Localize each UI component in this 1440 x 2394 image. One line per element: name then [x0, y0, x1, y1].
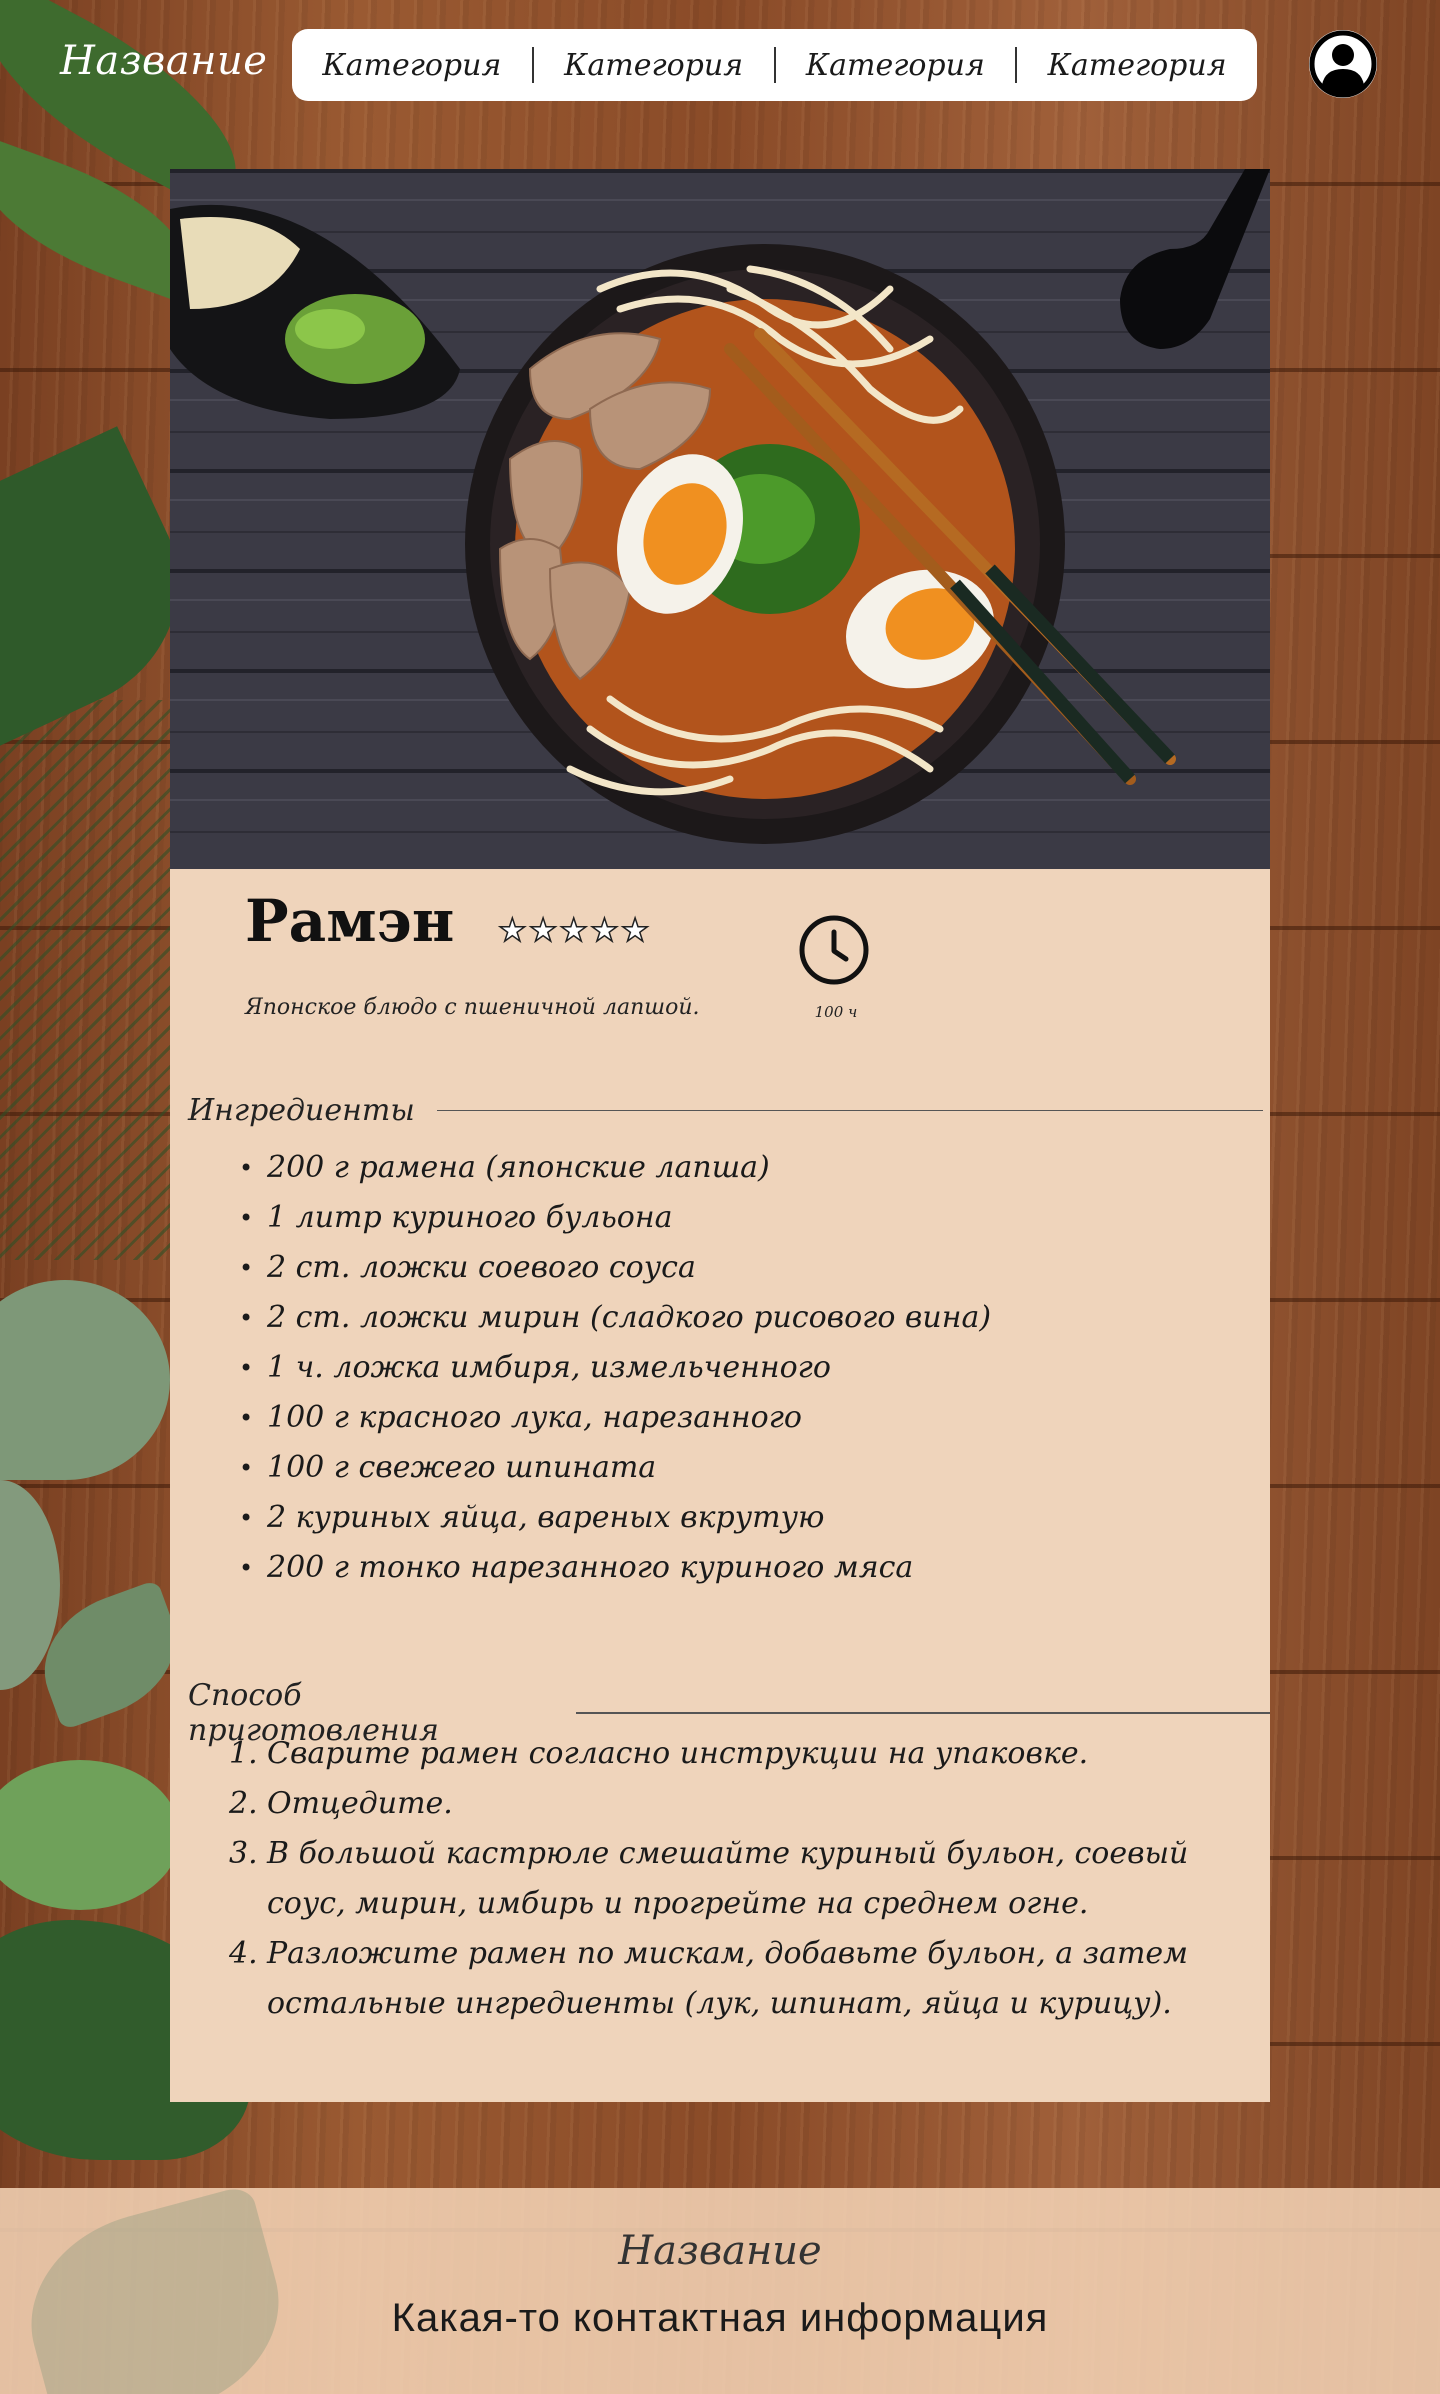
list-item: Разложите рамен по мискам, добавьте буль…	[229, 1929, 1189, 2021]
clock-icon	[799, 915, 869, 985]
leaf-decoration	[0, 1280, 170, 1480]
site-brand[interactable]: Название	[60, 38, 267, 84]
leaf-decoration	[8, 2188, 302, 2394]
footer-brand: Название	[618, 2228, 822, 2274]
ramen-photo	[170, 169, 1270, 869]
recipe-card: Рамэн ★ ★ ★ ★ ★ 100 ч Японское блюдо с п…	[170, 169, 1270, 2102]
list-item: 2 куриных яйца, вареных вкрутую	[239, 1493, 991, 1543]
list-item: В большой кастрюле смешайте куриный буль…	[229, 1829, 1189, 1921]
ingredients-heading: Ингредиенты	[188, 1093, 1263, 1128]
footer-contact: Какая-то контактная информация	[391, 2296, 1049, 2340]
ingredients-heading-label: Ингредиенты	[188, 1093, 415, 1128]
nav-item-category-3[interactable]: Категория	[776, 48, 1016, 83]
star-outline-icon[interactable]: ★	[589, 913, 619, 947]
cooking-time: 100 ч	[814, 1003, 858, 1021]
nav-item-category-4[interactable]: Категория	[1017, 48, 1257, 83]
main-nav: Категория Категория Категория Категория	[292, 29, 1257, 101]
list-item: 100 г свежего шпината	[239, 1443, 991, 1493]
list-item: 2 ст. ложки соевого соуса	[239, 1243, 991, 1293]
star-outline-icon[interactable]: ★	[559, 913, 589, 947]
section-divider	[575, 1712, 1270, 1714]
user-avatar-icon[interactable]	[1308, 29, 1378, 99]
list-item: Отцедите.	[229, 1779, 453, 1829]
nav-item-category-2[interactable]: Категория	[534, 48, 774, 83]
list-item: 1 литр куриного бульона	[239, 1193, 991, 1243]
fern-decoration	[0, 700, 170, 1260]
list-item: 200 г рамена (японские лапша)	[239, 1143, 991, 1193]
recipe-description: Японское блюдо с пшеничной лапшой.	[245, 995, 700, 1020]
list-item: 200 г тонко нарезанного куриного мяса	[239, 1543, 991, 1593]
section-divider	[436, 1109, 1263, 1112]
list-item: Сварите рамен согласно инструкции на упа…	[229, 1729, 1089, 1779]
rating-stars[interactable]: ★ ★ ★ ★ ★	[497, 913, 650, 947]
site-footer: Название Какая-то контактная информация	[0, 2188, 1440, 2394]
star-outline-icon[interactable]: ★	[528, 913, 558, 947]
list-item: 1 ч. ложка имбиря, измельченного	[239, 1343, 991, 1393]
star-outline-icon[interactable]: ★	[497, 913, 527, 947]
list-item: 100 г красного лука, нарезанного	[239, 1393, 991, 1443]
leaf-decoration	[0, 1760, 180, 1910]
star-outline-icon[interactable]: ★	[620, 913, 650, 947]
list-item: 2 ст. ложки мирин (сладкого рисового вин…	[239, 1293, 991, 1343]
nav-item-category-1[interactable]: Категория	[292, 48, 532, 83]
ingredients-list: 200 г рамена (японские лапша) 1 литр кур…	[239, 1143, 991, 1593]
recipe-title: Рамэн	[245, 887, 455, 955]
method-steps: Сварите рамен согласно инструкции на упа…	[229, 1729, 1227, 2029]
